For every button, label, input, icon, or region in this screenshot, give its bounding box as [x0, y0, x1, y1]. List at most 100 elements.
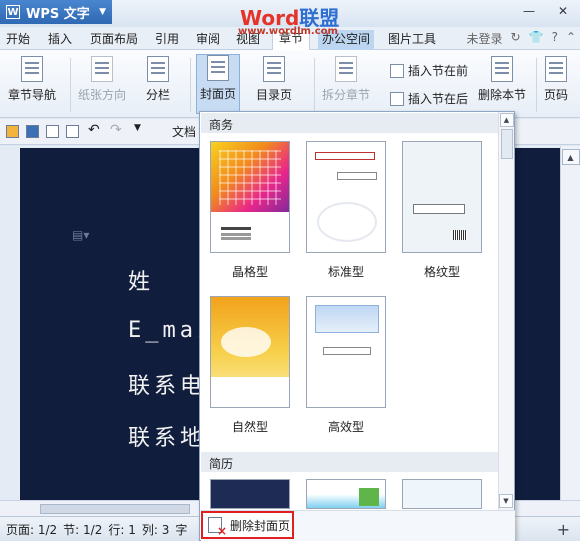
chapter-nav-label: 章节导航: [8, 88, 57, 102]
dropdown-scroll-thumb[interactable]: [500, 129, 513, 159]
wps-logo-icon: W: [6, 5, 20, 19]
scroll-up-icon[interactable]: ▲: [499, 113, 514, 127]
page-number-button[interactable]: 页码: [544, 56, 568, 103]
close-button[interactable]: ✕: [546, 0, 580, 22]
chevron-up-icon[interactable]: ⌃: [566, 30, 576, 47]
paper-direction-label: 纸张方向: [78, 88, 127, 102]
vertical-scrollbar[interactable]: ▲: [560, 146, 580, 500]
split-section-label: 拆分章节: [322, 88, 371, 102]
template-label: 高效型: [327, 420, 364, 434]
zoom-in-icon[interactable]: +: [557, 520, 570, 539]
scroll-up-icon[interactable]: ▲: [561, 149, 580, 165]
app-menu-button[interactable]: W WPS 文字 ▼: [0, 0, 112, 24]
scroll-down-icon[interactable]: ▼: [499, 494, 513, 508]
tab-insert[interactable]: 插入: [48, 30, 72, 50]
status-column: 列: 3: [141, 522, 170, 537]
doc-line: 联系地: [128, 426, 207, 451]
chevron-down-icon: ▼: [99, 7, 106, 17]
app-name: WPS 文字: [26, 6, 90, 22]
resume-template[interactable]: [210, 479, 290, 509]
template-label: 标准型: [327, 265, 364, 279]
help-icon[interactable]: ?: [552, 30, 558, 47]
delete-section-label: 删除本节: [478, 88, 527, 102]
print-icon[interactable]: [46, 125, 59, 138]
tab-page-layout[interactable]: 页面布局: [90, 30, 138, 50]
template-label: 格纹型: [423, 265, 460, 279]
document-tab[interactable]: 文档: [172, 123, 196, 140]
cover-page-icon: [207, 55, 229, 81]
tab-reference[interactable]: 引用: [155, 30, 179, 50]
tab-home[interactable]: 开始: [6, 30, 30, 50]
status-page: 页面: 1/2: [6, 522, 58, 537]
paper-direction-icon: [91, 56, 113, 82]
resume-template[interactable]: [306, 479, 386, 509]
cover-template-gewen[interactable]: 格纹型: [402, 141, 482, 280]
doc-line: 姓: [128, 270, 155, 295]
cover-template-efficient[interactable]: 高效型: [306, 296, 386, 435]
ribbon-separator: [70, 58, 71, 112]
ribbon-separator: [190, 58, 191, 112]
login-link[interactable]: 未登录: [467, 30, 503, 47]
cover-page-label: 封面页: [200, 87, 237, 101]
insert-section-before-button[interactable]: 插入节在前: [390, 62, 468, 79]
insert-after-label: 插入节在后: [408, 92, 469, 106]
cover-template-jingge[interactable]: 晶格型: [210, 141, 290, 280]
chapter-nav-icon: [21, 56, 43, 82]
page-number-icon: [545, 56, 567, 82]
section-header-business: 商务: [201, 113, 499, 133]
delete-section-button[interactable]: 删除本节: [478, 56, 526, 103]
toc-page-icon: [263, 56, 285, 82]
doc-line: 联系电: [128, 374, 207, 399]
cover-page-button[interactable]: 封面页: [196, 54, 241, 114]
columns-label: 分栏: [146, 88, 171, 102]
skin-icon[interactable]: 👕: [529, 30, 544, 47]
status-chars: 字: [175, 522, 188, 537]
watermark-url: www.wordlm.com: [238, 26, 338, 37]
print-preview-icon[interactable]: [66, 125, 79, 138]
template-thumbnail: [306, 296, 386, 408]
paragraph-icon: ▤▾: [72, 228, 90, 242]
status-section: 节: 1/2: [63, 522, 103, 537]
tab-picture-tools[interactable]: 图片工具: [388, 30, 436, 50]
resume-template[interactable]: [402, 479, 482, 509]
ribbon-separator: [536, 58, 537, 112]
section-header-resume: 简历: [201, 452, 499, 472]
columns-button[interactable]: 分栏: [146, 56, 170, 103]
page-number-label: 页码: [544, 88, 569, 102]
toc-page-button[interactable]: 目录页: [256, 56, 292, 103]
paper-direction-button[interactable]: 纸张方向: [78, 56, 126, 103]
undo-icon[interactable]: ↶: [88, 122, 101, 138]
insert-before-icon: [390, 63, 404, 78]
insert-section-after-button[interactable]: 插入节在后: [390, 90, 468, 107]
template-thumbnail: [210, 296, 290, 408]
dropdown-scrollbar[interactable]: ▲ ▼: [498, 112, 514, 510]
open-icon[interactable]: [6, 125, 19, 138]
split-section-button[interactable]: 拆分章节: [322, 56, 370, 103]
cover-template-natural[interactable]: 自然型: [210, 296, 290, 435]
insert-after-icon: [390, 91, 404, 106]
template-label: 自然型: [231, 420, 268, 434]
sync-icon[interactable]: ↻: [511, 30, 521, 47]
minimize-button[interactable]: —: [512, 0, 546, 22]
toc-page-label: 目录页: [256, 88, 293, 102]
template-thumbnail: [210, 479, 290, 509]
redo-icon[interactable]: ↷: [110, 122, 123, 138]
ribbon-separator: [314, 58, 315, 112]
chapter-nav-button[interactable]: 章节导航: [8, 56, 56, 103]
columns-icon: [147, 56, 169, 82]
split-section-icon: [335, 56, 357, 82]
horizontal-scroll-thumb[interactable]: [40, 504, 190, 514]
status-row: 行: 1: [108, 522, 136, 537]
cover-template-standard[interactable]: 标准型: [306, 141, 386, 280]
delete-cover-icon: [208, 517, 227, 538]
delete-cover-label: 删除封面页: [230, 518, 291, 533]
menu-right-tools: 未登录 ↻ 👕 ? ⌃: [467, 30, 576, 47]
tab-review[interactable]: 审阅: [196, 30, 220, 50]
customize-toolbar-icon[interactable]: ▼: [134, 123, 147, 136]
save-icon[interactable]: [26, 125, 39, 138]
template-thumbnail: [306, 141, 386, 253]
insert-before-label: 插入节在前: [408, 64, 469, 78]
delete-section-icon: [491, 56, 513, 82]
template-thumbnail: [402, 141, 482, 253]
delete-cover-page-button[interactable]: 删除封面页: [201, 511, 294, 539]
